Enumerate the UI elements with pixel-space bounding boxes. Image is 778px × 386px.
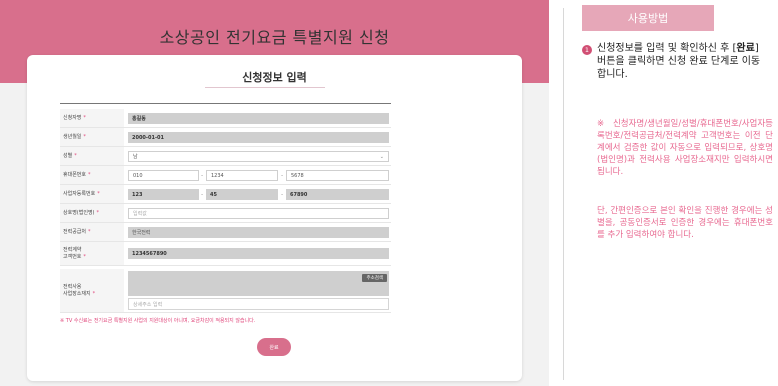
usage-header: 사용방법 xyxy=(582,5,714,31)
form-row-supplier: 전력공급처 * 한국전력 xyxy=(60,223,391,242)
required-mark: * xyxy=(88,171,91,178)
section-title: 신청정보 입력 xyxy=(242,71,307,84)
phone-dash-2: - xyxy=(281,172,284,179)
form-row-company: 상호명(법인명) * 입력값 xyxy=(60,204,391,223)
form-row-birth: 생년월일 * 2000-01-01 xyxy=(60,128,391,147)
usage-note-autofill: ※ 신청자명/생년월일/성별/휴대폰번호/사업자등록번호/전력공급처/전력계약 … xyxy=(597,119,773,177)
address-search-button[interactable]: 주소검색 xyxy=(362,274,387,282)
step-number-badge: 1 xyxy=(582,45,592,55)
phone-field-1[interactable]: 010 xyxy=(128,170,199,181)
supplier-label: 전력공급처 xyxy=(63,228,87,235)
required-mark: * xyxy=(83,114,86,121)
bizno-dash-1: - xyxy=(201,191,204,198)
form-card: 신청정보 입력 신청자명 * 홍길동 생년월일 * 2000-01-01 성별 * 남… xyxy=(27,55,522,381)
form-row-applicant: 신청자명 * 홍길동 xyxy=(60,109,391,128)
applicant-label: 신청자명 xyxy=(63,114,82,121)
form-row-phone: 휴대폰번호 * 010 - 1234 - 5678 xyxy=(60,166,391,185)
bizno-label: 사업자등록번호 xyxy=(63,190,96,197)
form-row-gender: 성별 * 남 ⌄ xyxy=(60,147,391,166)
phone-field-2[interactable]: 1234 xyxy=(206,170,278,181)
usage-note-additional: 단, 간편인증으로 본인 확인을 진행한 경우에는 성별을, 공동인증서로 인증… xyxy=(597,206,773,240)
customer-no-field: 1234567890 xyxy=(128,248,389,259)
gender-select[interactable]: 남 ⌄ xyxy=(128,151,389,162)
customer-no-label-line2: 고객번호 xyxy=(63,253,82,260)
company-label: 상호명(법인명) xyxy=(63,209,95,216)
form-top-border xyxy=(60,103,391,104)
submit-button[interactable]: 완료 xyxy=(257,338,291,356)
gender-value: 남 xyxy=(133,154,138,160)
phone-label: 휴대폰번호 xyxy=(63,171,87,178)
required-mark: * xyxy=(96,209,100,216)
required-mark: * xyxy=(83,253,86,260)
usage-step-text: 신청정보를 입력 및 확인하신 후 [완료] 버튼을 클릭하면 신청 완료 단계… xyxy=(597,42,767,81)
required-mark: * xyxy=(74,152,77,159)
vertical-divider xyxy=(563,8,564,380)
birth-label: 생년월일 xyxy=(63,133,82,140)
phone-dash-1: - xyxy=(201,172,204,179)
bizno-field-1: 123 xyxy=(128,189,199,200)
tv-fee-notice: ※ TV 수신료는 전기요금 특별지원 사업의 지원대상이 아니며, 요금차감이… xyxy=(60,318,256,324)
address-field: 주소검색 xyxy=(128,271,389,296)
applicant-field: 홍길동 xyxy=(128,113,389,124)
company-input[interactable]: 입력값 xyxy=(128,208,389,219)
required-mark: * xyxy=(88,228,91,235)
page-title: 소상공인 전기요금 특별지원 신청 xyxy=(159,28,390,47)
phone-field-3[interactable]: 5678 xyxy=(286,170,389,181)
section-title-underline xyxy=(205,87,325,88)
address-label-line2: 사업장소재지 xyxy=(63,290,91,297)
bizno-field-3: 67890 xyxy=(286,189,389,200)
application-panel: 소상공인 전기요금 특별지원 신청 신청정보 입력 신청자명 * 홍길동 생년월일… xyxy=(0,0,549,386)
supplier-field: 한국전력 xyxy=(128,227,389,238)
form-row-address: 전력사용 사업장소재지 * 주소검색 상세주소 입력 xyxy=(60,269,391,313)
step-text-before: 신청정보를 입력 및 확인하신 후 [ xyxy=(597,43,737,54)
required-mark: * xyxy=(97,190,100,197)
bizno-dash-2: - xyxy=(281,191,284,198)
form-row-customer-no: 전력계약 고객번호 * 1234567890 xyxy=(60,242,391,266)
birth-field: 2000-01-01 xyxy=(128,132,389,143)
required-mark: * xyxy=(83,133,86,140)
gender-label: 성별 xyxy=(63,152,73,159)
form-row-bizno: 사업자등록번호 * 123 - 45 - 67890 xyxy=(60,185,391,204)
step-text-bold: 완료 xyxy=(736,43,755,54)
required-mark: * xyxy=(92,290,96,297)
chevron-down-icon: ⌄ xyxy=(379,154,384,160)
address-detail-input[interactable]: 상세주소 입력 xyxy=(128,298,389,310)
bizno-field-2: 45 xyxy=(206,189,278,200)
